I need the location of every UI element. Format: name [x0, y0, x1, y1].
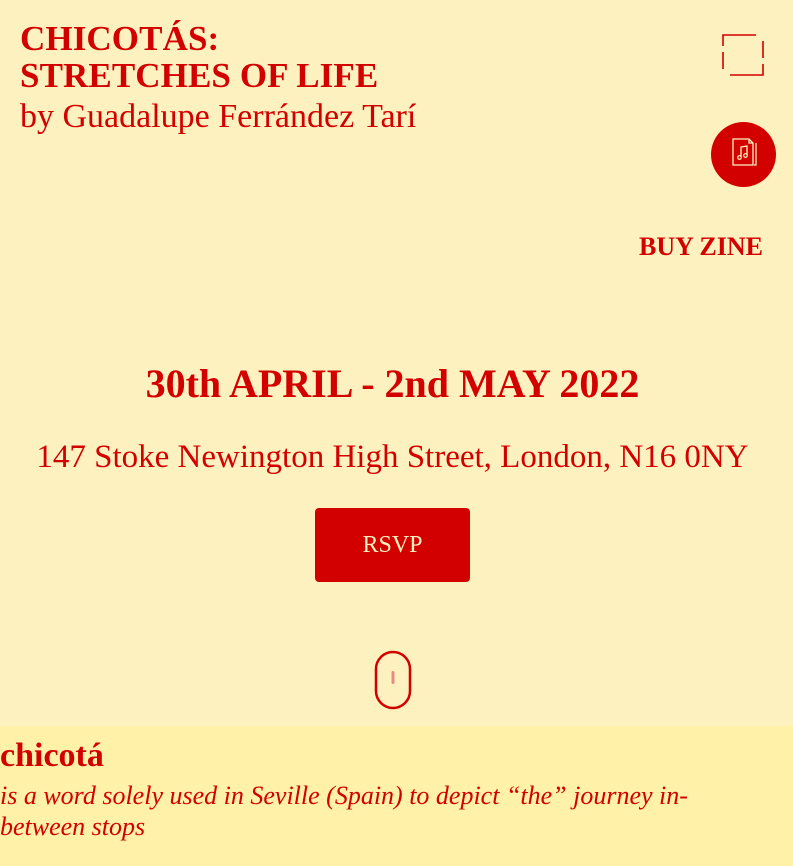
- definition-word: chicotá: [0, 737, 104, 774]
- event-dates: 30th APRIL - 2nd MAY 2022: [145, 361, 640, 406]
- frame-corners-icon[interactable]: [722, 34, 764, 76]
- title-line-1: CHICOTÁS:: [20, 19, 220, 58]
- rsvp-button[interactable]: RSVP: [315, 508, 470, 582]
- music-file-icon: [727, 135, 761, 174]
- music-toggle-button[interactable]: [711, 122, 776, 187]
- event-address: 147 Stoke Newington High Street, London,…: [36, 439, 749, 475]
- mouse-scroll-icon[interactable]: [374, 650, 412, 710]
- author-byline: by Guadalupe Ferrández Tarí: [20, 98, 417, 135]
- page-title: CHICOTÁS: STRETCHES OF LIFE: [20, 20, 378, 94]
- buy-zine-link[interactable]: BUY ZINE: [639, 231, 763, 263]
- title-line-2: STRETCHES OF LIFE: [20, 56, 379, 95]
- definition-text: is a word solely used in Seville (Spain)…: [0, 781, 688, 841]
